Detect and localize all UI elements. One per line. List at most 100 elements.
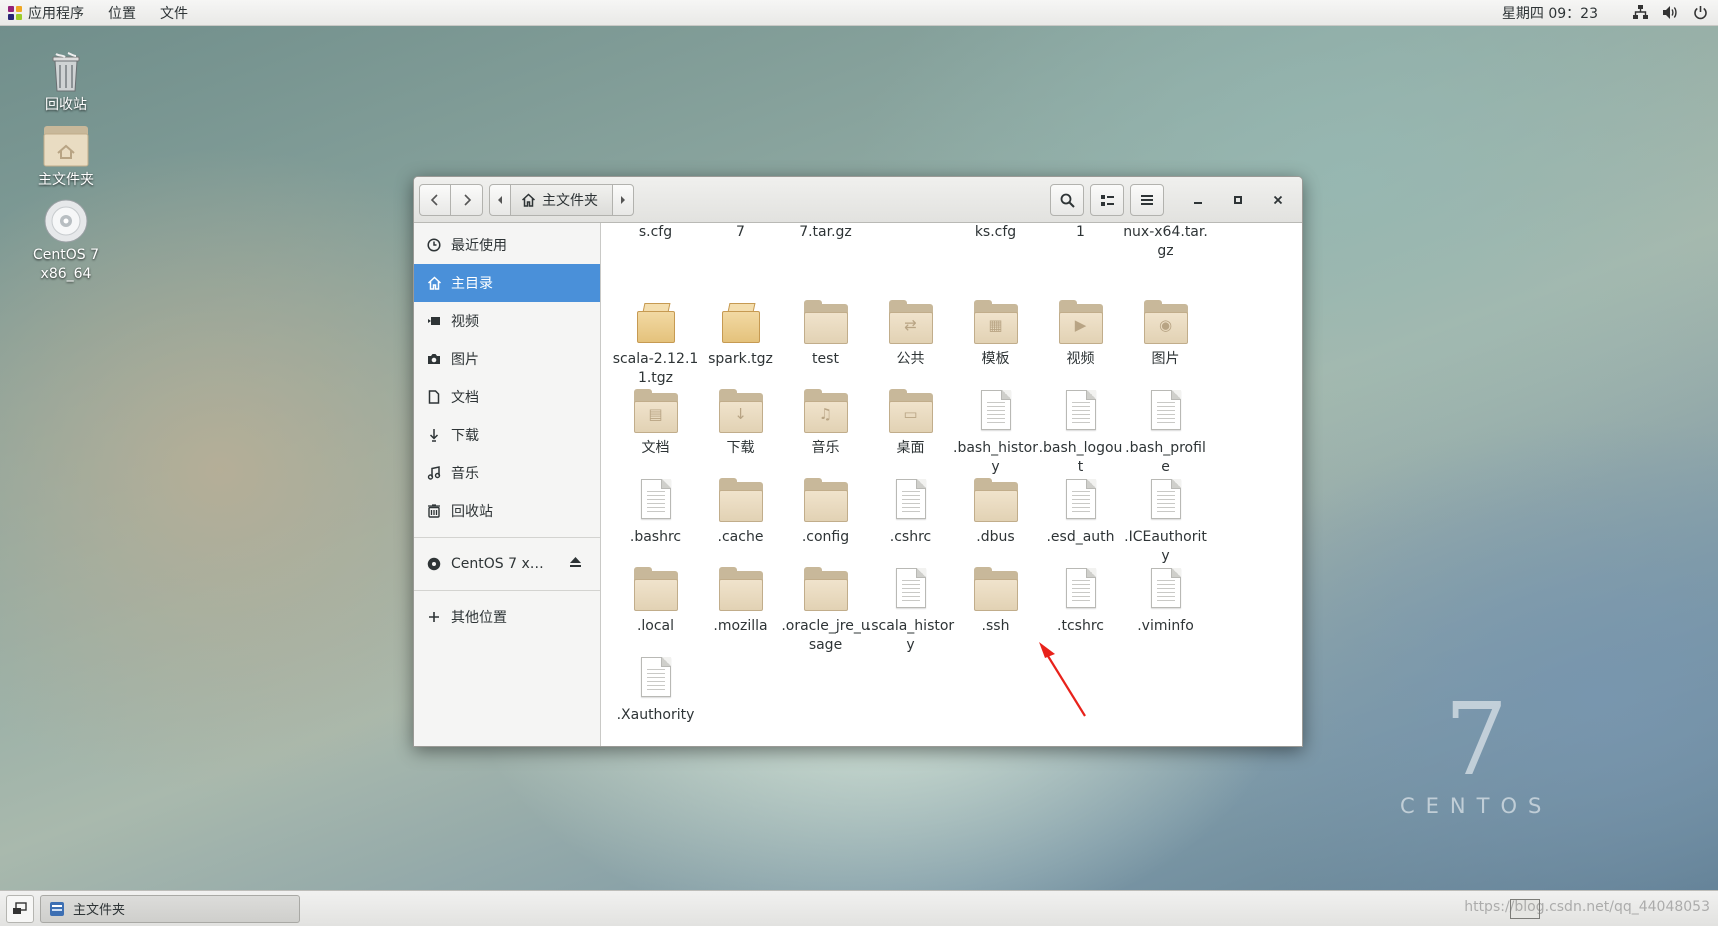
triangle-right-icon bbox=[621, 195, 625, 204]
home-folder-icon bbox=[42, 123, 90, 169]
file-item[interactable]: .bashrc bbox=[609, 478, 702, 547]
file-item[interactable]: .esd_auth bbox=[1034, 478, 1127, 547]
file-item[interactable]: ▶ 视频 bbox=[1034, 300, 1127, 369]
desktop-trash[interactable]: 回收站 bbox=[16, 48, 116, 115]
file-item[interactable]: ↓ 下载 bbox=[694, 389, 787, 458]
eject-icon[interactable] bbox=[569, 556, 582, 572]
file-item[interactable]: ⇄ 公共 bbox=[864, 300, 957, 369]
file-item[interactable]: .local bbox=[609, 567, 702, 636]
sidebar: 最近使用 主目录 视频 图片 文档 下载 音乐 回收站 CentOS 7 x… … bbox=[414, 223, 601, 746]
minimize-button[interactable] bbox=[1180, 184, 1216, 216]
search-icon bbox=[1060, 193, 1075, 208]
file-item[interactable]: ▭ 桌面 bbox=[864, 389, 957, 458]
desktop-cdrom[interactable]: CentOS 7 x86_64 bbox=[16, 198, 116, 284]
file-item[interactable]: jdk-8u171-linux-x64.tar.gz bbox=[1119, 223, 1212, 261]
maximize-button[interactable] bbox=[1220, 184, 1256, 216]
view-mode-button[interactable] bbox=[1090, 184, 1124, 216]
sidebar-item-label: 图片 bbox=[451, 352, 479, 368]
sidebar-item-label: 下载 bbox=[451, 428, 479, 444]
file-name: test bbox=[812, 351, 839, 367]
file-item[interactable]: ◉ 图片 bbox=[1119, 300, 1212, 369]
menu-button[interactable] bbox=[1130, 184, 1164, 216]
forward-button[interactable] bbox=[451, 183, 483, 216]
file-manager-window: 主文件夹 最近使用 主目录 视频 图片 文档 下载 音乐 回收站 CentOS … bbox=[413, 176, 1303, 747]
file-name: .Xauthority bbox=[616, 707, 695, 723]
back-button[interactable] bbox=[419, 183, 451, 216]
file-item[interactable]: hadoop-2.7.7 bbox=[694, 223, 787, 242]
file-item[interactable]: ♫ 音乐 bbox=[779, 389, 872, 458]
sidebar-item-label: 回收站 bbox=[451, 504, 493, 520]
file-item[interactable]: .ssh bbox=[949, 567, 1042, 636]
sidebar-item-music[interactable]: 音乐 bbox=[414, 454, 600, 492]
network-icon[interactable] bbox=[1632, 5, 1648, 21]
document-icon bbox=[632, 478, 680, 526]
watermark: https://blog.csdn.net/qq_44048053 bbox=[1464, 899, 1710, 915]
file-name: hadoop-2.7.7 bbox=[736, 224, 745, 240]
file-item[interactable]: ▤ 文档 bbox=[609, 389, 702, 458]
clock[interactable]: 星期四 09：23 bbox=[1502, 3, 1598, 23]
file-item[interactable]: jdk1.8.0_171 bbox=[1034, 223, 1127, 242]
file-item[interactable]: test bbox=[779, 300, 872, 369]
file-item[interactable]: .tcshrc bbox=[1034, 567, 1127, 636]
close-button[interactable] bbox=[1260, 184, 1296, 216]
sidebar-item-trash[interactable]: 回收站 bbox=[414, 492, 600, 530]
file-item[interactable]: .ICEauthority bbox=[1119, 478, 1212, 566]
sidebar-item-pictures[interactable]: 图片 bbox=[414, 340, 600, 378]
file-item[interactable]: .dbus bbox=[949, 478, 1042, 547]
centos-branding-number: 7 bbox=[1444, 681, 1508, 798]
file-name: .oracle_jre_usage bbox=[781, 618, 870, 653]
file-item[interactable]: .viminfo bbox=[1119, 567, 1212, 636]
file-item[interactable]: .Xauthority bbox=[609, 656, 702, 725]
file-name: .esd_auth bbox=[1046, 529, 1115, 545]
file-item[interactable]: .scala_history bbox=[864, 567, 957, 655]
folder-icon: ♫ bbox=[802, 389, 850, 437]
file-item[interactable]: ▦ 模板 bbox=[949, 300, 1042, 369]
places-menu[interactable]: 位置 bbox=[96, 0, 148, 25]
path-scroll-right-button[interactable] bbox=[612, 183, 634, 216]
file-name: hadoop-2.7.7.tar.gz bbox=[799, 224, 852, 240]
sidebar-item-recent[interactable]: 最近使用 bbox=[414, 226, 600, 264]
sidebar-item-downloads[interactable]: 下载 bbox=[414, 416, 600, 454]
file-item[interactable]: .config bbox=[779, 478, 872, 547]
file-item[interactable]: scala-2.12.11.tgz bbox=[609, 300, 702, 388]
taskbar-window-files[interactable]: 主文件夹 bbox=[40, 894, 300, 923]
file-item[interactable]: anaconda-ks.cfg bbox=[609, 223, 702, 242]
file-item[interactable]: initial-setup-ks.cfg bbox=[949, 223, 1042, 242]
sidebar-item-label: 文档 bbox=[451, 390, 479, 406]
taskbar: 主文件夹 https://blog.csdn.net/qq_44048053 bbox=[0, 890, 1718, 926]
file-item[interactable]: .cache bbox=[694, 478, 787, 547]
navigation-buttons bbox=[419, 183, 483, 216]
search-button[interactable] bbox=[1050, 184, 1084, 216]
file-item[interactable]: .bash_history bbox=[949, 389, 1042, 477]
file-item[interactable]: .mozilla bbox=[694, 567, 787, 636]
maximize-icon bbox=[1234, 196, 1242, 204]
file-item[interactable]: hadoop-2.7.7.tar.gz bbox=[779, 223, 872, 242]
path-crumb-home[interactable]: 主文件夹 bbox=[511, 183, 612, 216]
volume-icon[interactable] bbox=[1662, 5, 1678, 21]
power-icon[interactable] bbox=[1692, 5, 1708, 21]
path-scroll-left-button[interactable] bbox=[489, 183, 511, 216]
files-menu[interactable]: 文件 bbox=[148, 0, 200, 25]
file-view[interactable]: anaconda-ks.cfg hadoop-2.7.7 hadoop-2.7.7.… bbox=[602, 223, 1302, 746]
show-desktop-button[interactable] bbox=[6, 894, 34, 923]
file-name: .cshrc bbox=[889, 529, 932, 545]
file-item[interactable]: .cshrc bbox=[864, 478, 957, 547]
file-item[interactable]: spark.tgz bbox=[694, 300, 787, 369]
centos-branding-word: CENTOS bbox=[1400, 794, 1553, 818]
document-icon bbox=[972, 389, 1020, 437]
document-icon bbox=[1142, 567, 1190, 615]
file-item[interactable]: .bash_profile bbox=[1119, 389, 1212, 477]
sidebar-item-videos[interactable]: 视频 bbox=[414, 302, 600, 340]
sidebar-item-documents[interactable]: 文档 bbox=[414, 378, 600, 416]
applications-menu[interactable]: 应用程序 bbox=[0, 0, 96, 25]
sidebar-item-cdrom[interactable]: CentOS 7 x… bbox=[414, 545, 600, 583]
folder-icon bbox=[802, 300, 850, 348]
file-item[interactable]: .bash_logout bbox=[1034, 389, 1127, 477]
file-item[interactable]: .oracle_jre_usage bbox=[779, 567, 872, 655]
sidebar-item-other-locations[interactable]: 其他位置 bbox=[414, 598, 600, 636]
video-icon bbox=[426, 313, 442, 329]
sidebar-item-home[interactable]: 主目录 bbox=[414, 264, 600, 302]
desktop-home-folder[interactable]: 主文件夹 bbox=[16, 123, 116, 190]
folder-icon bbox=[717, 567, 765, 615]
path-bar: 主文件夹 bbox=[489, 183, 634, 216]
